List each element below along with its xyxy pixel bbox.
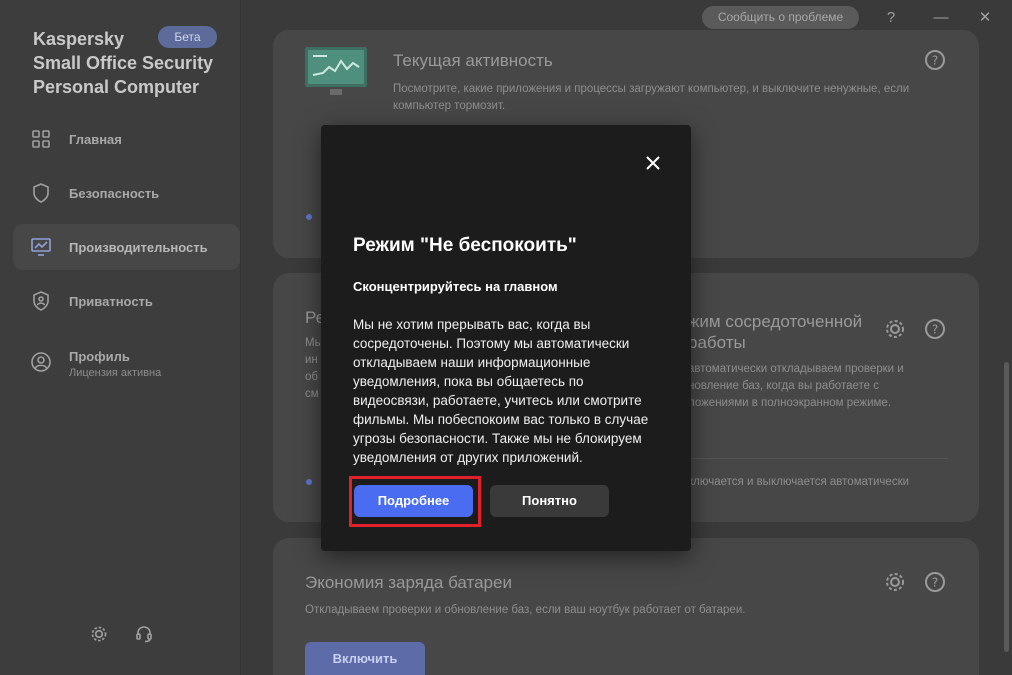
learn-more-button[interactable]: Подробнее	[354, 485, 473, 517]
dialog-body: Мы не хотим прерывать вас, когда вы соср…	[353, 317, 649, 465]
dialog-subtitle: Сконцентрируйтесь на главном	[353, 279, 558, 294]
got-it-button[interactable]: Понятно	[490, 485, 609, 517]
do-not-disturb-dialog: Режим "Не беспокоить" Сконцентрируйтесь …	[321, 125, 691, 551]
dialog-title: Режим "Не беспокоить"	[353, 235, 577, 256]
close-icon[interactable]	[641, 151, 665, 175]
